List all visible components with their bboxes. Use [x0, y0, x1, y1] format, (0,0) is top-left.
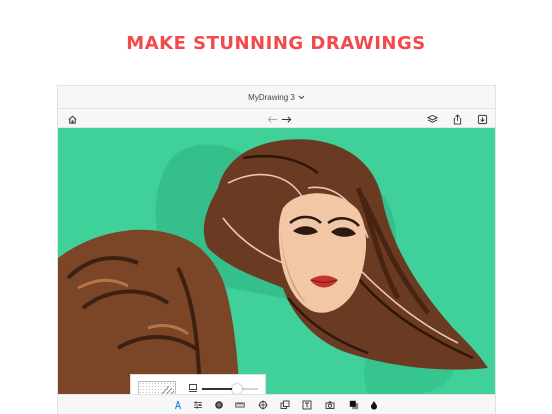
brush-preview[interactable] [138, 381, 176, 394]
title-bar[interactable]: MyDrawing 3 [58, 86, 495, 108]
share-icon[interactable] [450, 112, 464, 126]
sliders-icon[interactable] [192, 399, 203, 410]
brush-settings-panel [130, 374, 266, 394]
brush-size-icon [188, 383, 198, 393]
headline: MAKE STUNNING DRAWINGS [126, 33, 426, 54]
ink-drop-icon[interactable] [368, 399, 379, 410]
brush-size-thumb[interactable] [231, 384, 242, 394]
export-icon[interactable] [475, 112, 489, 126]
home-icon[interactable] [65, 112, 79, 126]
duplicate-icon[interactable] [279, 399, 290, 410]
pen-tool-icon[interactable] [172, 399, 183, 410]
bottom-toolbar [58, 394, 495, 414]
drawing-app-window: MyDrawing 3 [58, 86, 495, 414]
brush-dot-icon[interactable] [213, 399, 224, 410]
chevron-down-icon[interactable] [298, 93, 305, 102]
text-tool-icon[interactable] [301, 399, 312, 410]
brush-size-slider[interactable] [188, 383, 260, 394]
redo-arrow-icon[interactable] [279, 112, 293, 126]
top-toolbar [58, 108, 495, 128]
drawing-canvas[interactable] [58, 128, 495, 394]
color-swatch-icon[interactable] [348, 399, 359, 410]
undo-arrow-icon[interactable] [265, 112, 279, 126]
ruler-icon[interactable] [234, 399, 245, 410]
camera-icon[interactable] [324, 399, 335, 410]
brush-size-track[interactable] [202, 384, 258, 394]
crosshair-icon[interactable] [257, 399, 268, 410]
document-title[interactable]: MyDrawing 3 [248, 93, 295, 102]
girl-illustration [58, 139, 489, 394]
layers-icon[interactable] [425, 112, 439, 126]
